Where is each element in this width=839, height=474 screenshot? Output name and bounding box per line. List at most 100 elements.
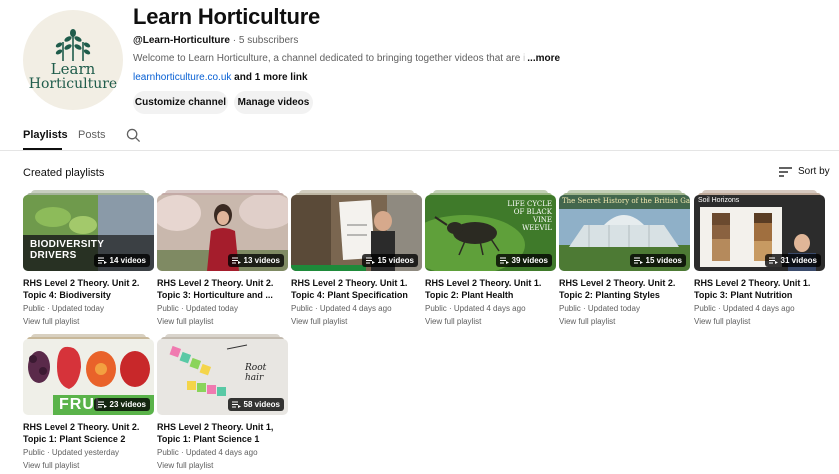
- playlist-card[interactable]: Soil Horizons 31 videos RHS Level 2 Theo…: [694, 190, 825, 327]
- manage-videos-button[interactable]: Manage videos: [234, 91, 313, 114]
- video-count-badge: 15 videos: [361, 254, 418, 267]
- playlist-updated: Updated 4 days ago: [453, 304, 526, 313]
- playlist-card[interactable]: 15 videos RHS Level 2 Theory. Unit 1. To…: [291, 190, 422, 327]
- playlist-meta: Public · Updated today: [157, 304, 238, 313]
- video-count: 13 videos: [243, 256, 280, 265]
- playlist-visibility: Public: [694, 304, 716, 313]
- sort-icon: [779, 166, 792, 177]
- search-icon[interactable]: [126, 128, 141, 143]
- channel-handle: @Learn-Horticulture: [133, 35, 230, 46]
- playlist-title[interactable]: RHS Level 2 Theory. Unit 2. Topic 1: Pla…: [23, 421, 154, 445]
- playlist-thumbnail[interactable]: LIFE CYCLE OF BLACK VINE WEEVIL 39 video…: [425, 195, 556, 271]
- playlist-thumbnail[interactable]: 13 videos: [157, 195, 288, 271]
- description-fade: i: [520, 53, 526, 64]
- playlist-title[interactable]: RHS Level 2 Theory. Unit 1, Topic 1: Pla…: [157, 421, 288, 445]
- tab-posts[interactable]: Posts: [78, 129, 106, 141]
- description-text: Welcome to Learn Horticulture, a channel…: [133, 53, 521, 64]
- view-full-playlist-link[interactable]: View full playlist: [559, 316, 690, 327]
- playlist-thumbnail[interactable]: BIODIVERSITY DRIVERS 14 videos: [23, 195, 154, 271]
- playlist-updated: Updated yesterday: [51, 448, 120, 457]
- video-count: 31 videos: [780, 256, 817, 265]
- sort-label: Sort by: [798, 166, 830, 177]
- playlist-visibility: Public: [23, 304, 45, 313]
- playlist-icon: [97, 401, 107, 408]
- tab-playlists[interactable]: Playlists: [23, 129, 68, 141]
- playlist-icon: [231, 257, 241, 264]
- playlist-updated: Updated today: [185, 304, 238, 313]
- video-count: 58 videos: [243, 400, 280, 409]
- view-full-playlist-link[interactable]: View full playlist: [23, 460, 154, 471]
- channel-link[interactable]: learnhorticulture.co.uk: [133, 72, 231, 83]
- video-count: 15 videos: [377, 256, 414, 265]
- playlist-title[interactable]: RHS Level 2 Theory. Unit 2. Topic 2: Pla…: [559, 277, 690, 301]
- playlist-meta: Public · Updated 4 days ago: [157, 448, 258, 457]
- subscriber-count: 5 subscribers: [238, 35, 299, 46]
- playlist-thumbnail[interactable]: Root hair 58 videos: [157, 339, 288, 415]
- playlist-updated: Updated 4 days ago: [185, 448, 258, 457]
- playlist-card[interactable]: The Secret History of the British Garden…: [559, 190, 690, 327]
- view-full-playlist-link[interactable]: View full playlist: [157, 460, 288, 471]
- view-full-playlist-link[interactable]: View full playlist: [23, 316, 154, 327]
- playlist-card[interactable]: 13 videos RHS Level 2 Theory. Unit 2. To…: [157, 190, 288, 327]
- video-count-badge: 31 videos: [764, 254, 821, 267]
- customize-channel-button[interactable]: Customize channel: [133, 91, 228, 114]
- video-count-badge: 15 videos: [629, 254, 686, 267]
- playlist-visibility: Public: [157, 448, 179, 457]
- playlist-title[interactable]: RHS Level 2 Theory. Unit 2. Topic 4: Bio…: [23, 277, 154, 301]
- playlist-title[interactable]: RHS Level 2 Theory. Unit 2. Topic 3: Hor…: [157, 277, 288, 301]
- playlist-thumbnail[interactable]: FRUI 23 videos: [23, 339, 154, 415]
- playlist-thumbnail[interactable]: The Secret History of the British Garden…: [559, 195, 690, 271]
- playlist-icon: [768, 257, 778, 264]
- logo-line-2: Horticulture: [28, 76, 118, 92]
- playlist-card[interactable]: Root hair 58 videos RHS Level 2 Theory. …: [157, 334, 288, 471]
- video-count: 39 videos: [511, 256, 548, 265]
- video-count-badge: 14 videos: [93, 254, 150, 267]
- video-count: 14 videos: [109, 256, 146, 265]
- playlist-updated: Updated 4 days ago: [722, 304, 795, 313]
- thumbnail-caption: LIFE CYCLE OF BLACK VINE WEEVIL: [507, 200, 552, 232]
- video-count: 23 videos: [109, 400, 146, 409]
- playlist-thumbnail[interactable]: Soil Horizons 31 videos: [694, 195, 825, 271]
- channel-meta: @Learn-Horticulture · 5 subscribers: [133, 35, 298, 46]
- playlist-card[interactable]: LIFE CYCLE OF BLACK VINE WEEVIL 39 video…: [425, 190, 556, 327]
- sort-button[interactable]: Sort by: [779, 166, 830, 177]
- playlist-meta: Public · Updated 4 days ago: [425, 304, 526, 313]
- logo-text: Learn Horticulture: [29, 62, 117, 92]
- thumbnail-caption: Root hair: [245, 363, 267, 383]
- playlist-title[interactable]: RHS Level 2 Theory. Unit 1. Topic 2: Pla…: [425, 277, 556, 301]
- playlist-title[interactable]: RHS Level 2 Theory. Unit 1. Topic 3: Pla…: [694, 277, 825, 301]
- playlist-icon: [365, 257, 375, 264]
- view-full-playlist-link[interactable]: View full playlist: [157, 316, 288, 327]
- channel-links: learnhorticulture.co.uk and 1 more link: [133, 72, 308, 83]
- video-count-badge: 23 videos: [93, 398, 150, 411]
- more-links[interactable]: and 1 more link: [231, 72, 307, 83]
- playlist-icon: [97, 257, 107, 264]
- playlist-title[interactable]: RHS Level 2 Theory. Unit 1. Topic 4: Pla…: [291, 277, 422, 301]
- thumbnail-caption: The Secret History of the British Garden: [562, 197, 690, 205]
- channel-avatar[interactable]: Learn Horticulture: [23, 10, 123, 110]
- playlist-icon: [499, 257, 509, 264]
- video-count-badge: 13 videos: [227, 254, 284, 267]
- view-full-playlist-link[interactable]: View full playlist: [425, 316, 556, 327]
- playlist-card[interactable]: BIODIVERSITY DRIVERS 14 videos RHS Level…: [23, 190, 154, 327]
- channel-title: Learn Horticulture: [133, 4, 321, 29]
- view-full-playlist-link[interactable]: View full playlist: [694, 316, 825, 327]
- more-link[interactable]: ...more: [527, 53, 560, 64]
- video-count: 15 videos: [645, 256, 682, 265]
- channel-description[interactable]: Welcome to Learn Horticulture, a channel…: [133, 53, 560, 64]
- playlist-updated: Updated today: [51, 304, 104, 313]
- playlist-meta: Public · Updated 4 days ago: [291, 304, 392, 313]
- meta-separator: ·: [229, 35, 239, 46]
- playlist-updated: Updated 4 days ago: [319, 304, 392, 313]
- playlist-visibility: Public: [559, 304, 581, 313]
- playlist-visibility: Public: [157, 304, 179, 313]
- playlist-icon: [633, 257, 643, 264]
- playlist-card[interactable]: FRUI 23 videos RHS Level 2 Theory. Unit …: [23, 334, 154, 471]
- section-title: Created playlists: [23, 167, 105, 179]
- playlist-thumbnail[interactable]: 15 videos: [291, 195, 422, 271]
- view-full-playlist-link[interactable]: View full playlist: [291, 316, 422, 327]
- playlist-visibility: Public: [291, 304, 313, 313]
- thumbnail-caption: Soil Horizons: [698, 197, 740, 204]
- tab-divider: [0, 150, 839, 151]
- playlist-meta: Public · Updated today: [23, 304, 104, 313]
